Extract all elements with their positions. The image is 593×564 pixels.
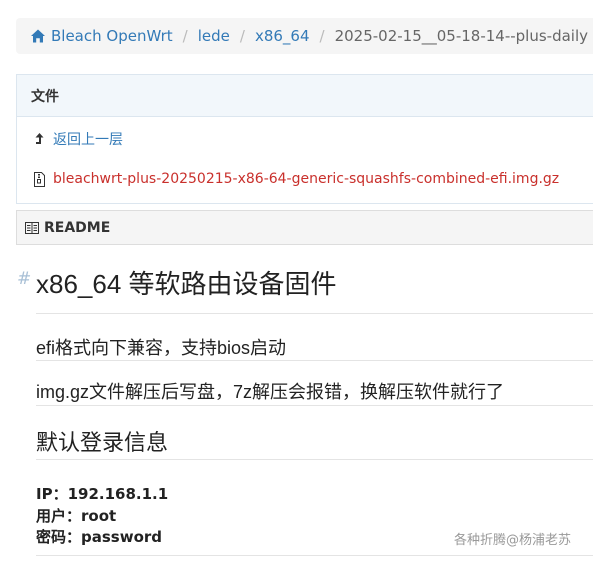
- files-panel-header: 文件: [17, 75, 593, 117]
- breadcrumb-separator: /: [319, 27, 325, 45]
- breadcrumb-link-home[interactable]: Bleach OpenWrt: [51, 27, 173, 45]
- files-panel: 文件 返回上一层 bleachwrt-plus-20250215-x86-64-…: [16, 74, 593, 204]
- subheading-divider: [36, 459, 593, 460]
- readme-title: README: [44, 219, 111, 236]
- file-download-link[interactable]: bleachwrt-plus-20250215-x86-64-generic-s…: [53, 171, 559, 187]
- level-up-icon: [35, 132, 44, 144]
- parent-directory-row[interactable]: 返回上一层: [33, 129, 123, 149]
- paragraph-divider: [36, 360, 593, 361]
- breadcrumb-link-x86-64[interactable]: x86_64: [255, 27, 310, 45]
- readme-header: README: [16, 210, 593, 245]
- readme-subheading: 默认登录信息: [36, 430, 169, 455]
- bottom-divider: [36, 555, 593, 556]
- heading-anchor-link[interactable]: #: [17, 269, 31, 289]
- breadcrumb-link-lede[interactable]: lede: [198, 27, 230, 45]
- readme-content: # x86_64 等软路由设备固件 efi格式向下兼容，支持bios启动 img…: [0, 245, 593, 564]
- heading-divider: [36, 313, 593, 314]
- readme-paragraph: efi格式向下兼容，支持bios启动: [36, 338, 287, 358]
- breadcrumb-separator: /: [182, 27, 188, 45]
- readme-paragraph: img.gz文件解压后写盘，7z解压会报错，换解压软件就行了: [36, 382, 505, 402]
- login-info-ip: IP：192.168.1.1: [36, 485, 169, 503]
- breadcrumb: Bleach OpenWrt / lede / x86_64 / 2025-02…: [16, 18, 593, 54]
- login-info-user: 用户：root: [36, 507, 117, 525]
- file-row[interactable]: bleachwrt-plus-20250215-x86-64-generic-s…: [33, 171, 559, 187]
- breadcrumb-current: 2025-02-15__05-18-14--plus-daily: [334, 27, 589, 45]
- home-icon: [31, 29, 45, 43]
- parent-directory-link[interactable]: 返回上一层: [53, 129, 123, 149]
- readme-heading: x86_64 等软路由设备固件: [36, 269, 337, 299]
- login-info-password: 密码：password: [36, 528, 163, 546]
- book-icon: [25, 221, 39, 234]
- watermark: 各种折腾@杨浦老苏: [454, 533, 572, 548]
- breadcrumb-separator: /: [239, 27, 245, 45]
- file-archive-icon: [34, 171, 45, 187]
- paragraph-divider: [36, 405, 593, 406]
